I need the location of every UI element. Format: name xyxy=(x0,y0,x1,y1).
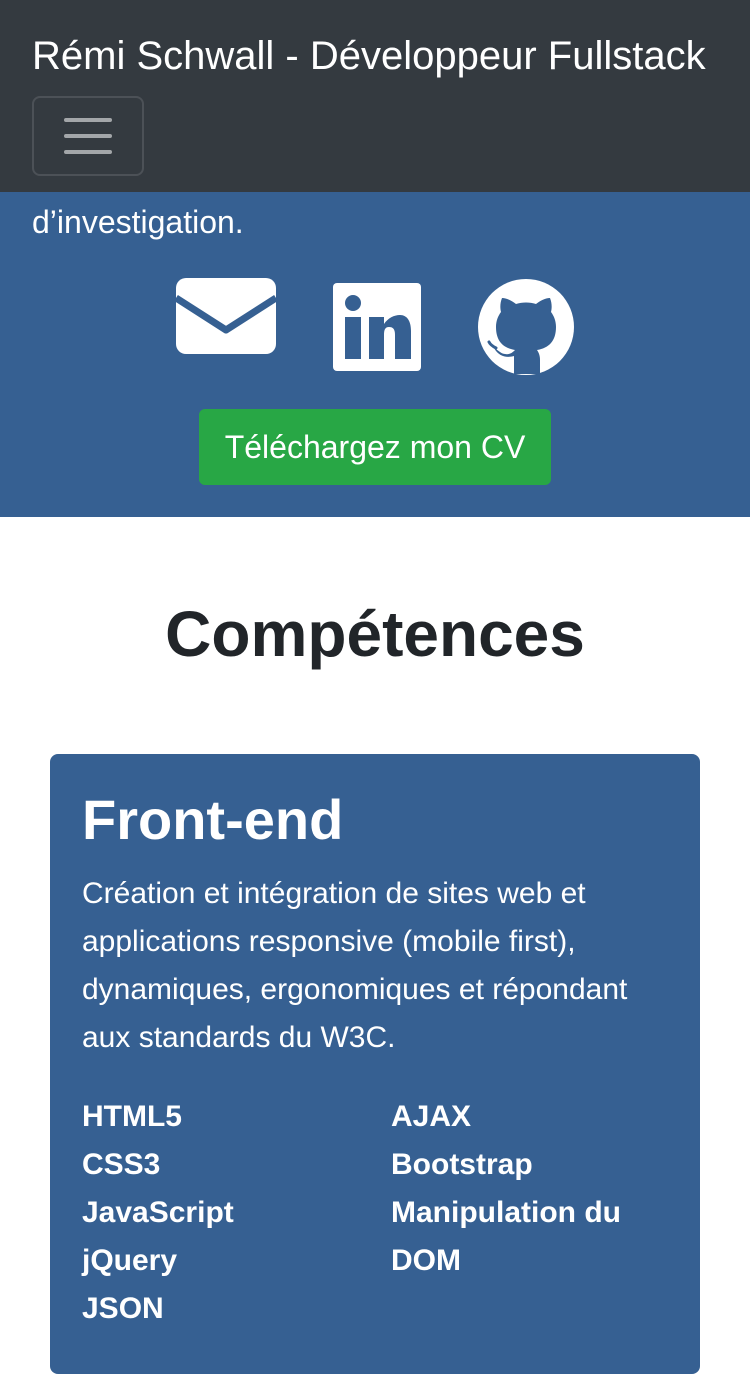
card-title: Front-end xyxy=(82,788,344,851)
hero-text: d’investigation. xyxy=(32,204,244,240)
skills-list-left: HTML5 CSS3 JavaScript jQuery JSON xyxy=(82,1093,362,1333)
email-link[interactable] xyxy=(176,278,276,354)
skills-section-title: Compétences xyxy=(165,598,585,670)
skill-item: jQuery xyxy=(82,1244,178,1277)
skill-item: JavaScript xyxy=(82,1196,234,1229)
skill-item: CSS3 xyxy=(82,1148,161,1181)
skill-item: Manipulation du DOM xyxy=(391,1196,621,1277)
skill-item: AJAX xyxy=(391,1100,472,1133)
hero-section: d’investigation. Téléchargez mon CV xyxy=(0,192,750,517)
skill-item: HTML5 xyxy=(82,1100,182,1133)
skill-card-frontend: Front-end Création et intégration de sit… xyxy=(50,754,700,1374)
skills-list-right: AJAX Bootstrap Manipulation du DOM xyxy=(391,1093,681,1285)
navbar-brand[interactable]: Rémi Schwall - Développeur Fullstack xyxy=(32,32,706,80)
skill-item: JSON xyxy=(82,1292,164,1325)
navbar: Rémi Schwall - Développeur Fullstack xyxy=(0,0,750,192)
download-cv-button[interactable]: Téléchargez mon CV xyxy=(199,409,551,485)
skill-item: Bootstrap xyxy=(391,1148,533,1181)
navbar-toggler-button[interactable] xyxy=(32,96,144,176)
card-description: Création et intégration de sites web et … xyxy=(82,877,628,1054)
linkedin-icon xyxy=(333,283,421,371)
github-icon xyxy=(477,278,575,376)
envelope-icon xyxy=(176,278,276,354)
github-link[interactable] xyxy=(477,278,575,376)
linkedin-link[interactable] xyxy=(333,283,421,371)
